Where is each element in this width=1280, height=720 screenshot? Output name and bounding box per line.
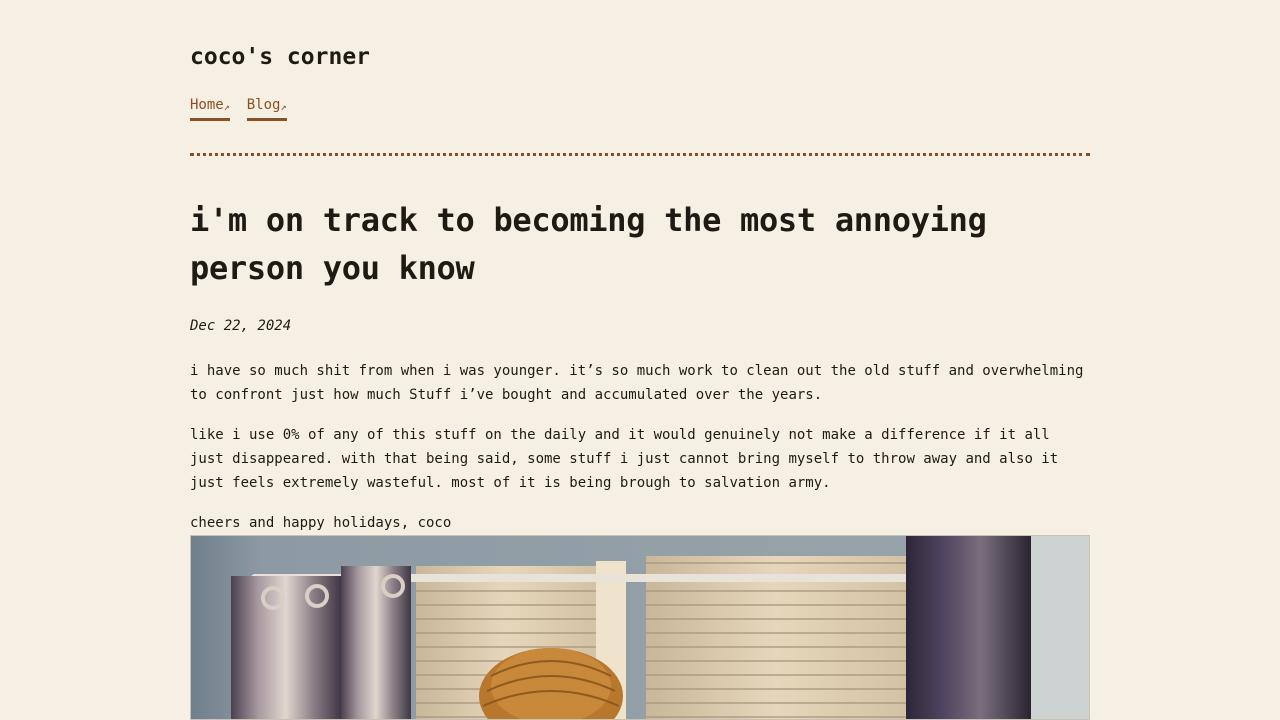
post-photo-image [191,536,1089,719]
post-paragraph: like i use 0% of any of this stuff on th… [190,427,1059,491]
nav-link-home-label: Home [190,97,224,113]
site-title[interactable]: coco's corner [190,40,370,74]
nav-link-blog-label: Blog [246,97,281,113]
header-divider [190,153,1090,156]
post-title: i'm on track to becoming the most annoyi… [190,201,987,287]
nav-link-blog[interactable]: Blog↗ [246,94,287,121]
main-nav: Home↗ Blog↗ [190,94,287,121]
post-date: Dec 22, 2024 [190,318,292,334]
post-photo [190,535,1090,720]
post-signoff: cheers and happy holidays, coco [190,515,452,531]
nav-link-home[interactable]: Home↗ [190,94,230,121]
external-arrow-icon: ↗ [280,102,287,113]
external-arrow-icon: ↗ [223,102,230,113]
post-paragraph: i have so much shit from when i was youn… [190,363,1084,403]
